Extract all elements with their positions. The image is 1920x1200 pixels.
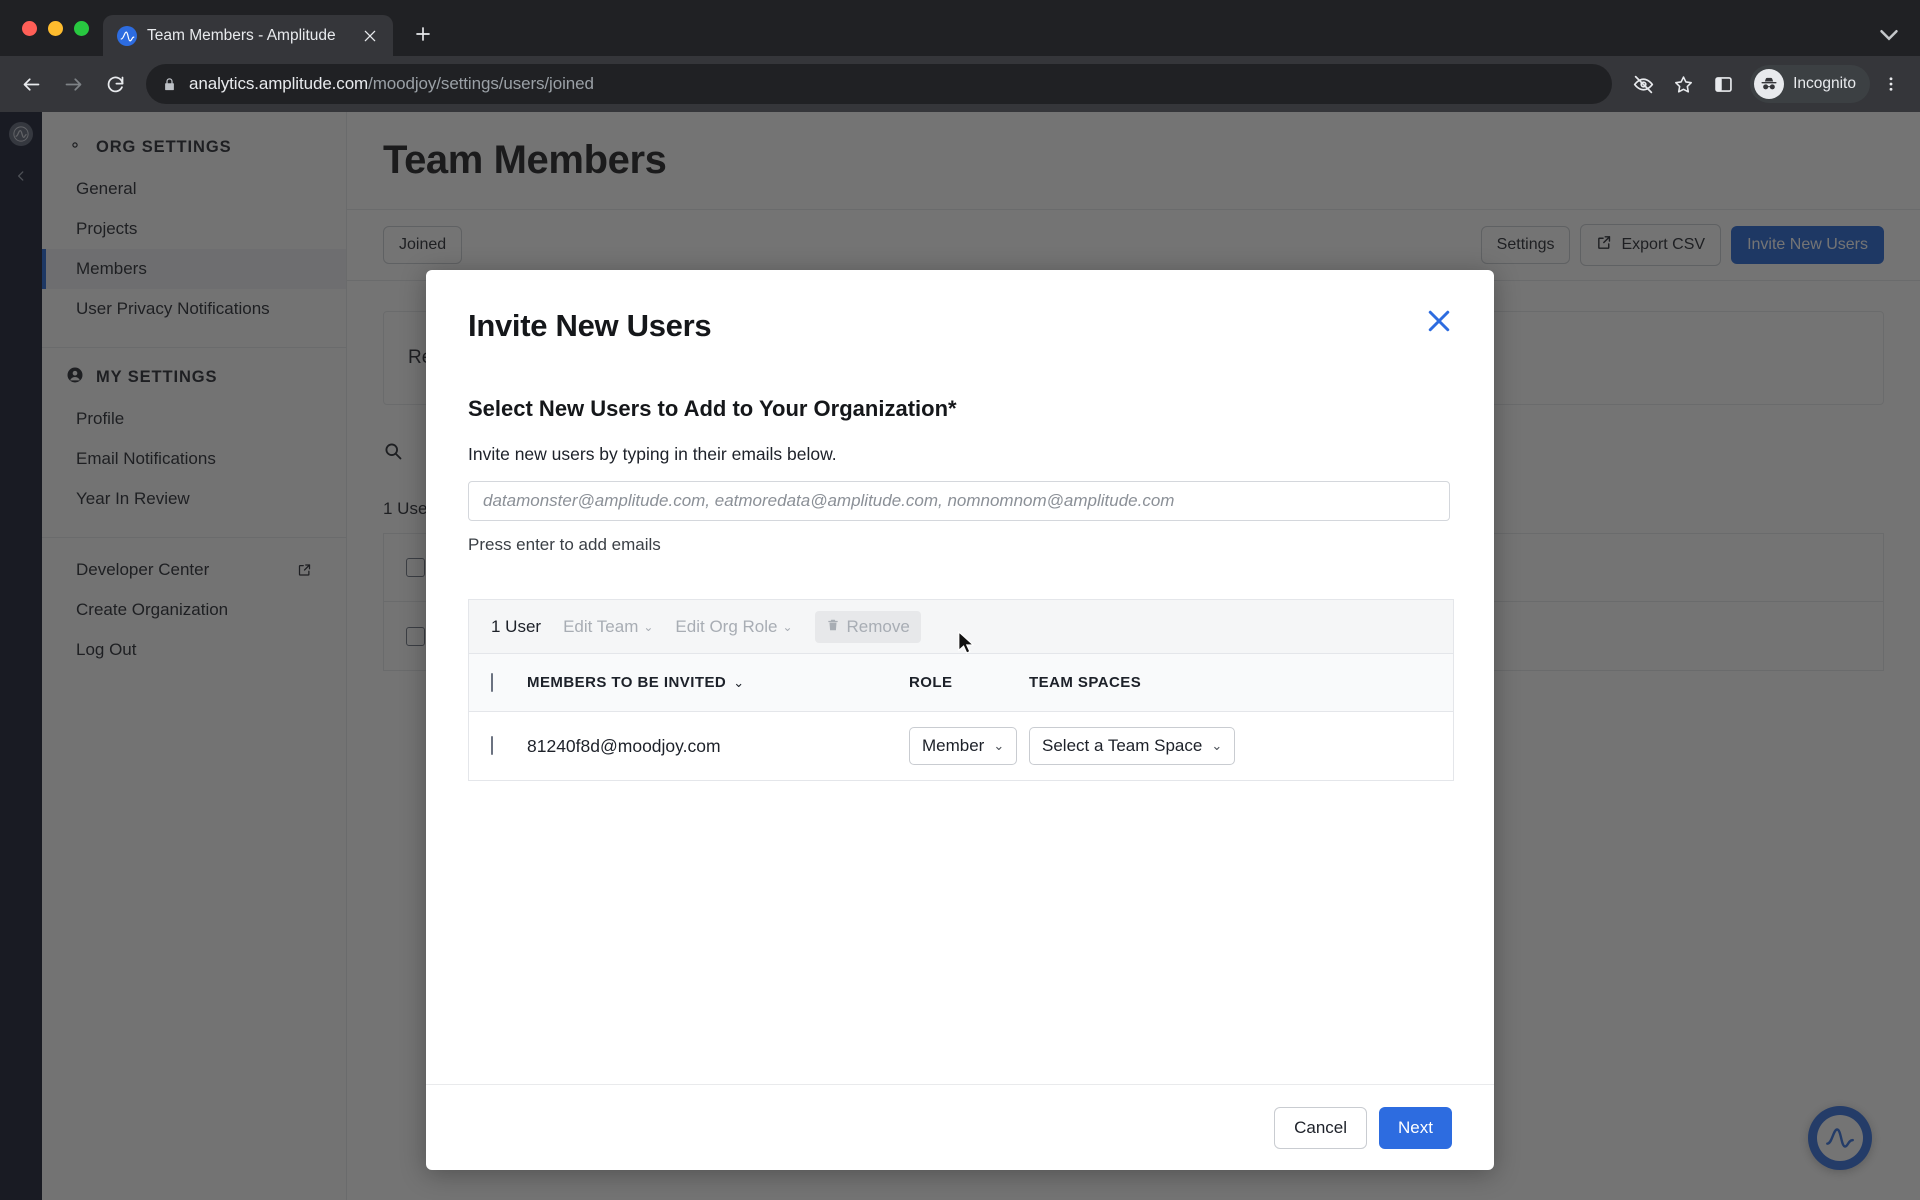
chevron-down-icon: ⌄ [782,619,793,634]
star-icon[interactable] [1664,65,1702,103]
column-header-members-label: MEMBERS TO BE INVITED [527,674,727,691]
chevron-down-icon: ⌄ [733,674,745,690]
chevron-down-icon[interactable] [1874,20,1904,50]
trash-icon [826,617,840,637]
tab-title: Team Members - Amplitude [147,27,336,44]
toolbar-actions: Incognito [1624,65,1908,103]
modal-section-title: Select New Users to Add to Your Organiza… [468,396,957,421]
column-header-team-spaces: TEAM SPACES [1029,674,1142,691]
edit-org-role-label: Edit Org Role [675,616,778,636]
close-icon[interactable] [357,23,383,49]
column-header-members[interactable]: MEMBERS TO BE INVITED ⌄ [527,674,909,691]
minimize-window-button[interactable] [48,20,63,36]
close-window-button[interactable] [22,20,37,36]
row-role-cell: Member ⌄ [909,727,1029,765]
incognito-hat-icon [1754,69,1785,99]
row-checkbox[interactable] [491,736,527,755]
invite-table-toolbar: 1 User Edit Team ⌄ Edit Org Role ⌄ Remov… [469,600,1453,654]
address-bar[interactable]: analytics.amplitude.com/moodjoy/settings… [146,64,1613,104]
chevron-down-icon: ⌄ [993,738,1005,753]
modal-section-subtitle: Invite new users by typing in their emai… [468,444,837,464]
reload-icon[interactable] [96,65,134,103]
remove-button[interactable]: Remove [814,610,921,643]
chevron-down-icon: ⌄ [643,619,654,634]
browser-toolbar: analytics.amplitude.com/moodjoy/settings… [0,56,1920,112]
checkbox-icon [491,736,493,755]
modal-title: Invite New Users [468,308,712,343]
new-tab-button[interactable] [405,16,441,52]
remove-label: Remove [846,616,910,636]
invite-count: 1 User [491,616,542,636]
profile-chip[interactable]: Incognito [1750,65,1870,103]
cancel-button-label: Cancel [1294,1117,1348,1137]
select-all-checkbox[interactable] [491,673,527,692]
invite-table: 1 User Edit Team ⌄ Edit Org Role ⌄ Remov… [468,599,1454,781]
eye-slash-icon[interactable] [1624,65,1662,103]
team-space-select[interactable]: Select a Team Space ⌄ [1029,727,1236,765]
team-space-select-value: Select a Team Space [1042,736,1203,755]
url-text: analytics.amplitude.com/moodjoy/settings… [189,74,594,94]
url-host: analytics.amplitude.com [189,74,369,93]
tab-strip: Team Members - Amplitude [0,0,1920,57]
cancel-button[interactable]: Cancel [1274,1106,1368,1149]
maximize-window-button[interactable] [74,20,89,36]
next-button[interactable]: Next [1379,1106,1452,1149]
lock-icon [162,77,177,92]
chevron-down-icon: ⌄ [1211,738,1223,753]
next-button-label: Next [1398,1117,1433,1137]
side-panel-icon[interactable] [1704,65,1742,103]
checkbox-icon [491,673,493,692]
column-header-role: ROLE [909,674,953,691]
email-input-placeholder: datamonster@amplitude.com, eatmoredata@a… [483,491,1175,510]
window-controls [14,0,103,56]
modal-footer: Cancel Next [426,1084,1494,1170]
edit-org-role-dropdown[interactable]: Edit Org Role ⌄ [675,617,792,637]
back-arrow-icon[interactable] [12,65,50,103]
amplitude-logo-icon [117,26,137,46]
invite-table-header: MEMBERS TO BE INVITED ⌄ ROLE TEAM SPACES [469,654,1453,712]
role-select[interactable]: Member ⌄ [909,727,1018,765]
table-row: 81240f8d@moodjoy.com Member ⌄ Select a T… [469,712,1453,780]
kebab-menu-icon[interactable] [1874,65,1908,103]
row-member-email: 81240f8d@moodjoy.com [527,735,721,756]
browser-window: Team Members - Amplitude analytics.ampli… [0,0,1920,1200]
row-team-space-cell: Select a Team Space ⌄ [1029,727,1431,765]
edit-team-label: Edit Team [563,616,639,636]
invite-new-users-modal: Invite New Users Select New Users to Add… [426,270,1494,1170]
modal-body: Invite New Users Select New Users to Add… [426,270,1494,1084]
close-icon[interactable] [1424,306,1454,336]
email-input-hint: Press enter to add emails [468,535,661,554]
url-path: /moodjoy/settings/users/joined [368,74,594,93]
email-input[interactable]: datamonster@amplitude.com, eatmoredata@a… [468,481,1450,521]
profile-label: Incognito [1793,75,1856,92]
tab-strip-actions [1874,20,1920,56]
page-viewport: ORG SETTINGS General Projects Members Us… [0,112,1920,1200]
edit-team-dropdown[interactable]: Edit Team ⌄ [563,617,653,637]
forward-arrow-icon[interactable] [54,65,92,103]
role-select-value: Member [922,736,985,755]
browser-tab[interactable]: Team Members - Amplitude [103,15,393,57]
